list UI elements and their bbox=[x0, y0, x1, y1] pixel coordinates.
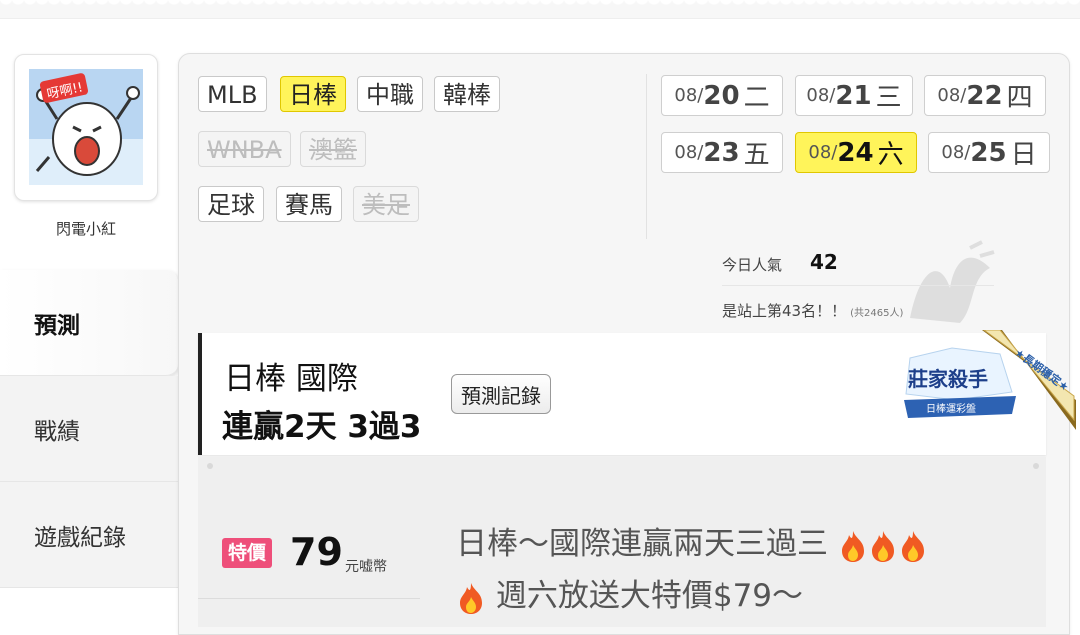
prediction-streak: 連贏2天 3過3 bbox=[222, 409, 422, 445]
rank-line: 是站上第43名！！ (共2465人) bbox=[722, 300, 903, 321]
date-button-0823[interactable]: 08/23 五 bbox=[661, 132, 783, 173]
sport-tag-wnba: WNBA bbox=[198, 131, 291, 167]
fire-icon bbox=[460, 582, 482, 614]
date-month: 08/ bbox=[808, 142, 838, 163]
date-month: 08/ bbox=[941, 142, 971, 163]
price-value: 79 bbox=[290, 530, 343, 574]
rank-text: 是站上第43名！！ bbox=[722, 302, 847, 320]
sport-tag-nfl: 美足 bbox=[353, 186, 419, 222]
offer-description-text: 日棒～國際連贏兩天三過三 bbox=[456, 526, 828, 562]
sport-tag-cpbl[interactable]: 中職 bbox=[357, 76, 423, 112]
date-day: 22 bbox=[966, 80, 1003, 111]
sport-tag-horse-racing[interactable]: 賽馬 bbox=[276, 186, 342, 222]
decor-dot bbox=[207, 463, 213, 469]
divider bbox=[646, 74, 647, 239]
date-button-0822[interactable]: 08/22 四 bbox=[924, 75, 1046, 116]
date-day: 21 bbox=[835, 80, 872, 111]
price-currency: 元嘘幣 bbox=[345, 559, 387, 575]
offer-description-line2: 週六放送大特價$79～ bbox=[456, 570, 803, 615]
date-button-0824[interactable]: 08/24 六 bbox=[795, 132, 917, 173]
date-month: 08/ bbox=[674, 85, 704, 106]
rank-total: (共2465人) bbox=[850, 308, 904, 319]
date-button-0821[interactable]: 08/21 三 bbox=[795, 75, 913, 116]
fire-icon bbox=[901, 530, 924, 562]
sale-tag: 特價 bbox=[222, 538, 273, 568]
popularity-value: 42 bbox=[810, 250, 838, 274]
watermark-logo bbox=[910, 240, 995, 323]
divider bbox=[198, 598, 420, 599]
decor-dot bbox=[1033, 463, 1039, 469]
date-weekday: 三 bbox=[875, 83, 902, 113]
side-nav-label: 遊戲紀錄 bbox=[34, 524, 126, 551]
fire-icon bbox=[871, 530, 894, 562]
banker-killer-badge: ★長期穩定★ 莊家殺手 日棒運彩盤 bbox=[904, 330, 1076, 430]
date-month: 08/ bbox=[937, 85, 967, 106]
badge-ribbon-text: ★長期穩定★ bbox=[1012, 345, 1072, 394]
date-day: 25 bbox=[970, 137, 1007, 168]
popularity-label: 今日人氣 bbox=[722, 256, 783, 274]
date-day: 23 bbox=[703, 137, 740, 168]
date-button-0820[interactable]: 08/20 二 bbox=[661, 75, 783, 116]
prediction-record-button[interactable]: 預測記錄 bbox=[451, 374, 551, 414]
side-nav-item-predict[interactable]: 預測 bbox=[0, 270, 178, 376]
date-month: 08/ bbox=[674, 142, 704, 163]
side-nav-item-game-log[interactable]: 遊戲紀錄 bbox=[0, 482, 178, 588]
side-nav-item-record[interactable]: 戰績 bbox=[0, 376, 178, 482]
fire-icon bbox=[841, 530, 864, 562]
date-day: 24 bbox=[837, 137, 874, 168]
date-weekday: 二 bbox=[743, 83, 770, 113]
date-weekday: 五 bbox=[743, 140, 770, 170]
offer-description-text: 週六放送大特價$79～ bbox=[495, 578, 804, 614]
username: 閃電小紅 bbox=[55, 220, 116, 238]
sport-tag-npb[interactable]: 日棒 bbox=[280, 76, 346, 112]
side-nav-label: 預測 bbox=[34, 312, 80, 339]
date-button-0825[interactable]: 08/25 日 bbox=[928, 132, 1050, 173]
date-weekday: 六 bbox=[877, 140, 904, 170]
sport-tag-mlb[interactable]: MLB bbox=[198, 76, 267, 112]
side-nav: 預測 戰績 遊戲紀錄 bbox=[0, 270, 178, 588]
avatar-illustration: 呀啊!! bbox=[29, 69, 143, 185]
divider bbox=[722, 285, 994, 286]
scalloped-top-edge bbox=[0, 0, 1080, 19]
date-month: 08/ bbox=[806, 85, 836, 106]
date-weekday: 日 bbox=[1010, 140, 1037, 170]
sport-tag-kbo[interactable]: 韓棒 bbox=[434, 76, 500, 112]
side-nav-label: 戰績 bbox=[34, 418, 80, 445]
avatar[interactable]: 呀啊!! bbox=[14, 54, 158, 201]
offer-description-line1: 日棒～國際連贏兩天三過三 bbox=[456, 518, 928, 563]
date-weekday: 四 bbox=[1006, 83, 1033, 113]
sport-tag-soccer[interactable]: 足球 bbox=[198, 186, 264, 222]
sport-tag-nbl: 澳籃 bbox=[300, 131, 366, 167]
date-day: 20 bbox=[703, 80, 740, 111]
prediction-title: 日棒 國際 bbox=[224, 361, 358, 397]
badge-sub-text: 日棒運彩盤 bbox=[926, 402, 976, 415]
badge-main-text: 莊家殺手 bbox=[908, 367, 988, 391]
